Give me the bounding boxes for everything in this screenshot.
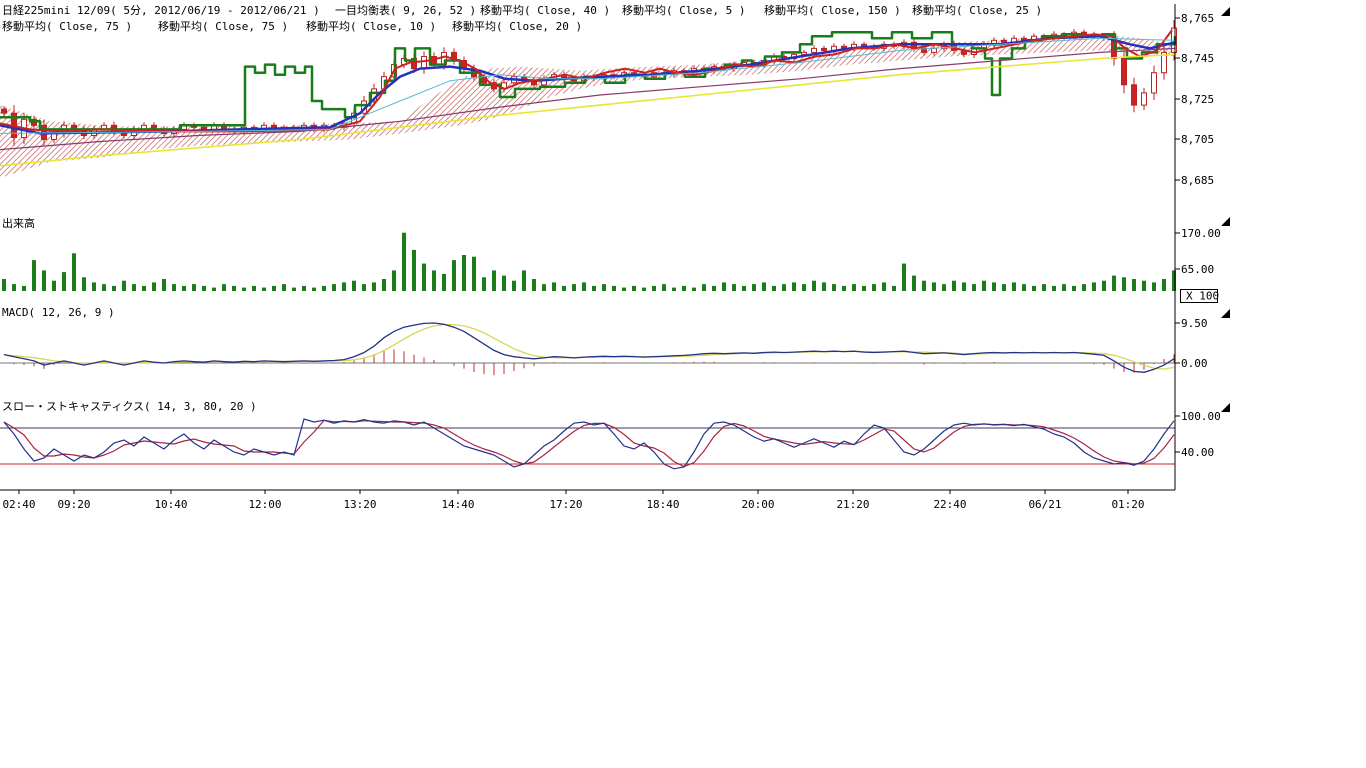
y-axis-label: 0.00 <box>1181 357 1208 370</box>
volume-bars-layer <box>2 233 1176 291</box>
time-axis-label: 22:40 <box>933 498 966 511</box>
stochastics-layer <box>0 419 1175 469</box>
legend-ma-5: 移動平均( Close, 5 ) <box>622 2 745 18</box>
time-axis-label: 10:40 <box>154 498 187 511</box>
macd-macd-line <box>4 323 1174 372</box>
time-axis-label: 14:40 <box>441 498 474 511</box>
legend-ma-40: 移動平均( Close, 40 ) <box>480 2 610 18</box>
time-axis-label: 20:00 <box>741 498 774 511</box>
time-axis-label: 01:20 <box>1111 498 1144 511</box>
legend-ma-20: 移動平均( Close, 20 ) <box>452 18 582 34</box>
price-panel-scale-icon[interactable] <box>1221 7 1230 16</box>
y-axis-label: 8,745 <box>1181 52 1214 65</box>
time-axis-label: 13:20 <box>343 498 376 511</box>
macd-signal-line <box>4 325 1174 370</box>
y-axis-label: 8,725 <box>1181 93 1214 106</box>
volume-panel-title: 出来高 <box>2 215 35 231</box>
volume-multiplier-badge: X 100 <box>1181 290 1220 303</box>
chart-canvas[interactable]: 8,765 8,745 8,725 8,705 8,685 170.00 65.00 9.50… <box>0 0 1366 520</box>
stoch-panel-title: スロー・ストキャスティクス( 14, 3, 80, 20 ) <box>2 398 257 414</box>
stoch-percent-d-line <box>4 420 1174 466</box>
macd-panel-scale-icon[interactable] <box>1221 309 1230 318</box>
y-axis-label: 65.00 <box>1181 263 1214 276</box>
legend-ma-75a: 移動平均( Close, 75 ) <box>2 18 132 34</box>
time-axis-label: 06/21 <box>1028 498 1061 511</box>
legend-ichimoku: 一目均衡表( 9, 26, 52 ) <box>335 2 476 18</box>
y-axis-label: 8,765 <box>1181 12 1214 25</box>
axis-labels-layer: 8,765 8,745 8,725 8,705 8,685 170.00 65.00 9.50… <box>2 12 1220 511</box>
legend-ma-25: 移動平均( Close, 25 ) <box>912 2 1042 18</box>
legend-ma-150: 移動平均( Close, 150 ) <box>764 2 901 18</box>
y-axis-label: 40.00 <box>1181 446 1214 459</box>
y-axis-label: 8,705 <box>1181 133 1214 146</box>
instrument-title: 日経225mini 12/09( 5分, 2012/06/19 - 2012/0… <box>2 2 320 18</box>
macd-layer <box>0 323 1175 375</box>
time-axis-label: 02:40 <box>2 498 35 511</box>
stoch-percent-k-line <box>4 419 1174 469</box>
chart-application-window: { "header": { "line1": [ "日経225mini 12/0… <box>0 0 1366 768</box>
time-axis-label: 12:00 <box>248 498 281 511</box>
legend-ma-10: 移動平均( Close, 10 ) <box>306 18 436 34</box>
y-axis-label: 170.00 <box>1181 227 1221 240</box>
time-axis-label: 17:20 <box>549 498 582 511</box>
time-axis-label: 18:40 <box>646 498 679 511</box>
legend-ma-75b: 移動平均( Close, 75 ) <box>158 18 288 34</box>
volume-panel-scale-icon[interactable] <box>1221 217 1230 226</box>
y-axis-label: 8,685 <box>1181 174 1214 187</box>
time-axis-label: 09:20 <box>57 498 90 511</box>
y-axis-label: 9.50 <box>1181 317 1208 330</box>
y-axis-label: 100.00 <box>1181 410 1221 423</box>
macd-panel-title: MACD( 12, 26, 9 ) <box>2 306 115 319</box>
time-axis-label: 21:20 <box>836 498 869 511</box>
volume-multiplier-label: X 100 <box>1186 290 1219 303</box>
stoch-panel-scale-icon[interactable] <box>1221 403 1230 412</box>
